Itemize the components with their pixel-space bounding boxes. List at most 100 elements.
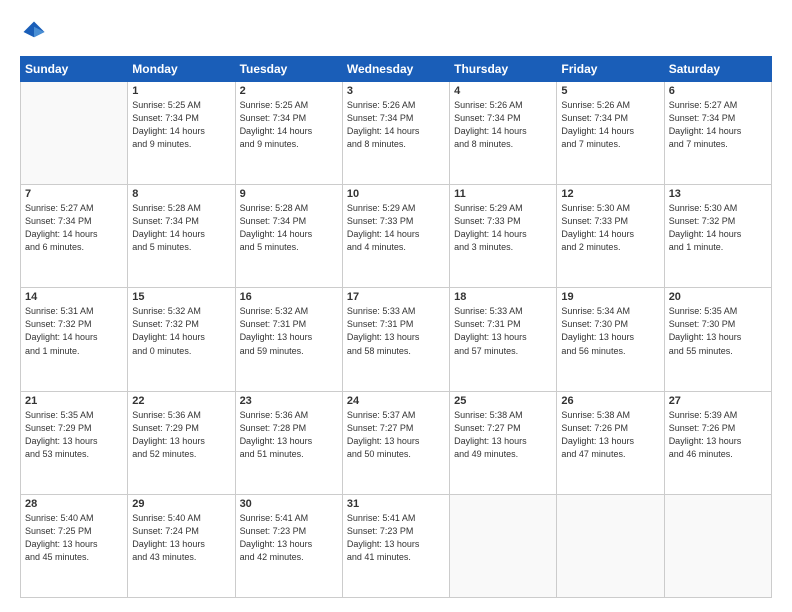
calendar-day-cell: 14Sunrise: 5:31 AM Sunset: 7:32 PM Dayli… — [21, 288, 128, 391]
day-number: 23 — [240, 395, 338, 407]
day-info: Sunrise: 5:27 AM Sunset: 7:34 PM Dayligh… — [669, 99, 767, 151]
calendar-day-cell: 4 Sunrise: 5:26 AM Sunset: 7:34 PM Daylig… — [450, 82, 557, 185]
day-info: Sunrise: 5:29 AM Sunset: 7:33 PM Dayligh… — [454, 202, 552, 254]
calendar-day-cell: 8 Sunrise: 5:28 AM Sunset: 7:34 PM Daylig… — [128, 185, 235, 288]
calendar-day-header: Wednesday — [342, 57, 449, 82]
day-info: Sunrise: 5:37 AM Sunset: 7:27 PM Dayligh… — [347, 409, 445, 461]
day-info: Sunrise: 5:40 AM Sunset: 7:24 PM Dayligh… — [132, 512, 230, 564]
calendar-day-cell: 9 Sunrise: 5:28 AM Sunset: 7:34 PM Daylig… — [235, 185, 342, 288]
day-number: 20 — [669, 291, 767, 303]
day-number: 13 — [669, 188, 767, 200]
day-number: 11 — [454, 188, 552, 200]
day-number: 6 — [669, 85, 767, 97]
day-number: 4 — [454, 85, 552, 97]
calendar-day-cell: 24Sunrise: 5:37 AM Sunset: 7:27 PM Dayli… — [342, 391, 449, 494]
calendar-day-cell: 30 Sunrise: 5:41 AM Sunset: 7:23 PM Dayli… — [235, 494, 342, 597]
day-number: 5 — [561, 85, 659, 97]
day-info: Sunrise: 5:33 AM Sunset: 7:31 PM Dayligh… — [454, 305, 552, 357]
day-info: Sunrise: 5:26 AM Sunset: 7:34 PM Dayligh… — [347, 99, 445, 151]
calendar-day-header: Tuesday — [235, 57, 342, 82]
calendar-day-cell: 7Sunrise: 5:27 AM Sunset: 7:34 PM Daylig… — [21, 185, 128, 288]
calendar-day-cell: 26 Sunrise: 5:38 AM Sunset: 7:26 PM Dayli… — [557, 391, 664, 494]
day-info: Sunrise: 5:41 AM Sunset: 7:23 PM Dayligh… — [347, 512, 445, 564]
day-number: 9 — [240, 188, 338, 200]
day-info: Sunrise: 5:28 AM Sunset: 7:34 PM Dayligh… — [132, 202, 230, 254]
day-number: 18 — [454, 291, 552, 303]
day-number: 29 — [132, 498, 230, 510]
day-number: 8 — [132, 188, 230, 200]
calendar-day-cell: 5 Sunrise: 5:26 AM Sunset: 7:34 PM Daylig… — [557, 82, 664, 185]
calendar-day-cell: 21Sunrise: 5:35 AM Sunset: 7:29 PM Dayli… — [21, 391, 128, 494]
day-info: Sunrise: 5:28 AM Sunset: 7:34 PM Dayligh… — [240, 202, 338, 254]
calendar-table: SundayMondayTuesdayWednesdayThursdayFrid… — [20, 56, 772, 598]
day-number: 15 — [132, 291, 230, 303]
calendar-week-row: 28 Sunrise: 5:40 AM Sunset: 7:25 PM Dayli… — [21, 494, 772, 597]
day-info: Sunrise: 5:38 AM Sunset: 7:27 PM Dayligh… — [454, 409, 552, 461]
day-info: Sunrise: 5:36 AM Sunset: 7:28 PM Dayligh… — [240, 409, 338, 461]
day-info: Sunrise: 5:25 AM Sunset: 7:34 PM Dayligh… — [132, 99, 230, 151]
day-number: 12 — [561, 188, 659, 200]
day-info: Sunrise: 5:39 AM Sunset: 7:26 PM Dayligh… — [669, 409, 767, 461]
day-number: 31 — [347, 498, 445, 510]
day-number: 28 — [25, 498, 123, 510]
calendar-day-header: Thursday — [450, 57, 557, 82]
day-info: Sunrise: 5:34 AM Sunset: 7:30 PM Dayligh… — [561, 305, 659, 357]
day-info: Sunrise: 5:40 AM Sunset: 7:25 PM Dayligh… — [25, 512, 123, 564]
day-number: 10 — [347, 188, 445, 200]
day-info: Sunrise: 5:35 AM Sunset: 7:30 PM Dayligh… — [669, 305, 767, 357]
day-number: 30 — [240, 498, 338, 510]
day-number: 17 — [347, 291, 445, 303]
day-info: Sunrise: 5:41 AM Sunset: 7:23 PM Dayligh… — [240, 512, 338, 564]
day-info: Sunrise: 5:38 AM Sunset: 7:26 PM Dayligh… — [561, 409, 659, 461]
day-number: 16 — [240, 291, 338, 303]
day-number: 25 — [454, 395, 552, 407]
calendar-day-header: Monday — [128, 57, 235, 82]
day-number: 26 — [561, 395, 659, 407]
logo-icon — [20, 18, 48, 46]
calendar-day-cell: 18 Sunrise: 5:33 AM Sunset: 7:31 PM Dayli… — [450, 288, 557, 391]
header — [20, 18, 772, 46]
day-number: 19 — [561, 291, 659, 303]
calendar-day-cell: 23 Sunrise: 5:36 AM Sunset: 7:28 PM Dayli… — [235, 391, 342, 494]
day-info: Sunrise: 5:32 AM Sunset: 7:31 PM Dayligh… — [240, 305, 338, 357]
calendar-day-cell: 17Sunrise: 5:33 AM Sunset: 7:31 PM Dayli… — [342, 288, 449, 391]
page: SundayMondayTuesdayWednesdayThursdayFrid… — [0, 0, 792, 612]
calendar-day-cell: 20 Sunrise: 5:35 AM Sunset: 7:30 PM Dayli… — [664, 288, 771, 391]
day-number: 3 — [347, 85, 445, 97]
calendar-day-header: Friday — [557, 57, 664, 82]
day-info: Sunrise: 5:32 AM Sunset: 7:32 PM Dayligh… — [132, 305, 230, 357]
calendar-day-cell: 15 Sunrise: 5:32 AM Sunset: 7:32 PM Dayli… — [128, 288, 235, 391]
day-number: 1 — [132, 85, 230, 97]
calendar-week-row: 7Sunrise: 5:27 AM Sunset: 7:34 PM Daylig… — [21, 185, 772, 288]
day-info: Sunrise: 5:31 AM Sunset: 7:32 PM Dayligh… — [25, 305, 123, 357]
day-number: 27 — [669, 395, 767, 407]
calendar-day-cell: 25 Sunrise: 5:38 AM Sunset: 7:27 PM Dayli… — [450, 391, 557, 494]
calendar-day-cell: 6 Sunrise: 5:27 AM Sunset: 7:34 PM Daylig… — [664, 82, 771, 185]
day-info: Sunrise: 5:26 AM Sunset: 7:34 PM Dayligh… — [454, 99, 552, 151]
calendar-day-cell: 31 Sunrise: 5:41 AM Sunset: 7:23 PM Dayli… — [342, 494, 449, 597]
calendar-day-header: Saturday — [664, 57, 771, 82]
calendar-day-cell: 28 Sunrise: 5:40 AM Sunset: 7:25 PM Dayli… — [21, 494, 128, 597]
calendar-day-cell — [664, 494, 771, 597]
calendar-day-cell — [21, 82, 128, 185]
day-info: Sunrise: 5:27 AM Sunset: 7:34 PM Dayligh… — [25, 202, 123, 254]
day-number: 2 — [240, 85, 338, 97]
day-info: Sunrise: 5:30 AM Sunset: 7:32 PM Dayligh… — [669, 202, 767, 254]
calendar-day-cell: 16 Sunrise: 5:32 AM Sunset: 7:31 PM Dayli… — [235, 288, 342, 391]
calendar-day-cell: 27 Sunrise: 5:39 AM Sunset: 7:26 PM Dayli… — [664, 391, 771, 494]
day-info: Sunrise: 5:30 AM Sunset: 7:33 PM Dayligh… — [561, 202, 659, 254]
calendar-day-cell: 3 Sunrise: 5:26 AM Sunset: 7:34 PM Daylig… — [342, 82, 449, 185]
calendar-week-row: 1 Sunrise: 5:25 AM Sunset: 7:34 PM Daylig… — [21, 82, 772, 185]
day-info: Sunrise: 5:26 AM Sunset: 7:34 PM Dayligh… — [561, 99, 659, 151]
calendar-week-row: 14Sunrise: 5:31 AM Sunset: 7:32 PM Dayli… — [21, 288, 772, 391]
calendar-header-row: SundayMondayTuesdayWednesdayThursdayFrid… — [21, 57, 772, 82]
calendar-day-cell: 10Sunrise: 5:29 AM Sunset: 7:33 PM Dayli… — [342, 185, 449, 288]
day-info: Sunrise: 5:25 AM Sunset: 7:34 PM Dayligh… — [240, 99, 338, 151]
day-info: Sunrise: 5:36 AM Sunset: 7:29 PM Dayligh… — [132, 409, 230, 461]
calendar-day-header: Sunday — [21, 57, 128, 82]
calendar-day-cell: 29 Sunrise: 5:40 AM Sunset: 7:24 PM Dayli… — [128, 494, 235, 597]
calendar-day-cell: 2 Sunrise: 5:25 AM Sunset: 7:34 PM Daylig… — [235, 82, 342, 185]
calendar-day-cell: 19 Sunrise: 5:34 AM Sunset: 7:30 PM Dayli… — [557, 288, 664, 391]
calendar-day-cell: 11 Sunrise: 5:29 AM Sunset: 7:33 PM Dayli… — [450, 185, 557, 288]
calendar-day-cell: 22Sunrise: 5:36 AM Sunset: 7:29 PM Dayli… — [128, 391, 235, 494]
